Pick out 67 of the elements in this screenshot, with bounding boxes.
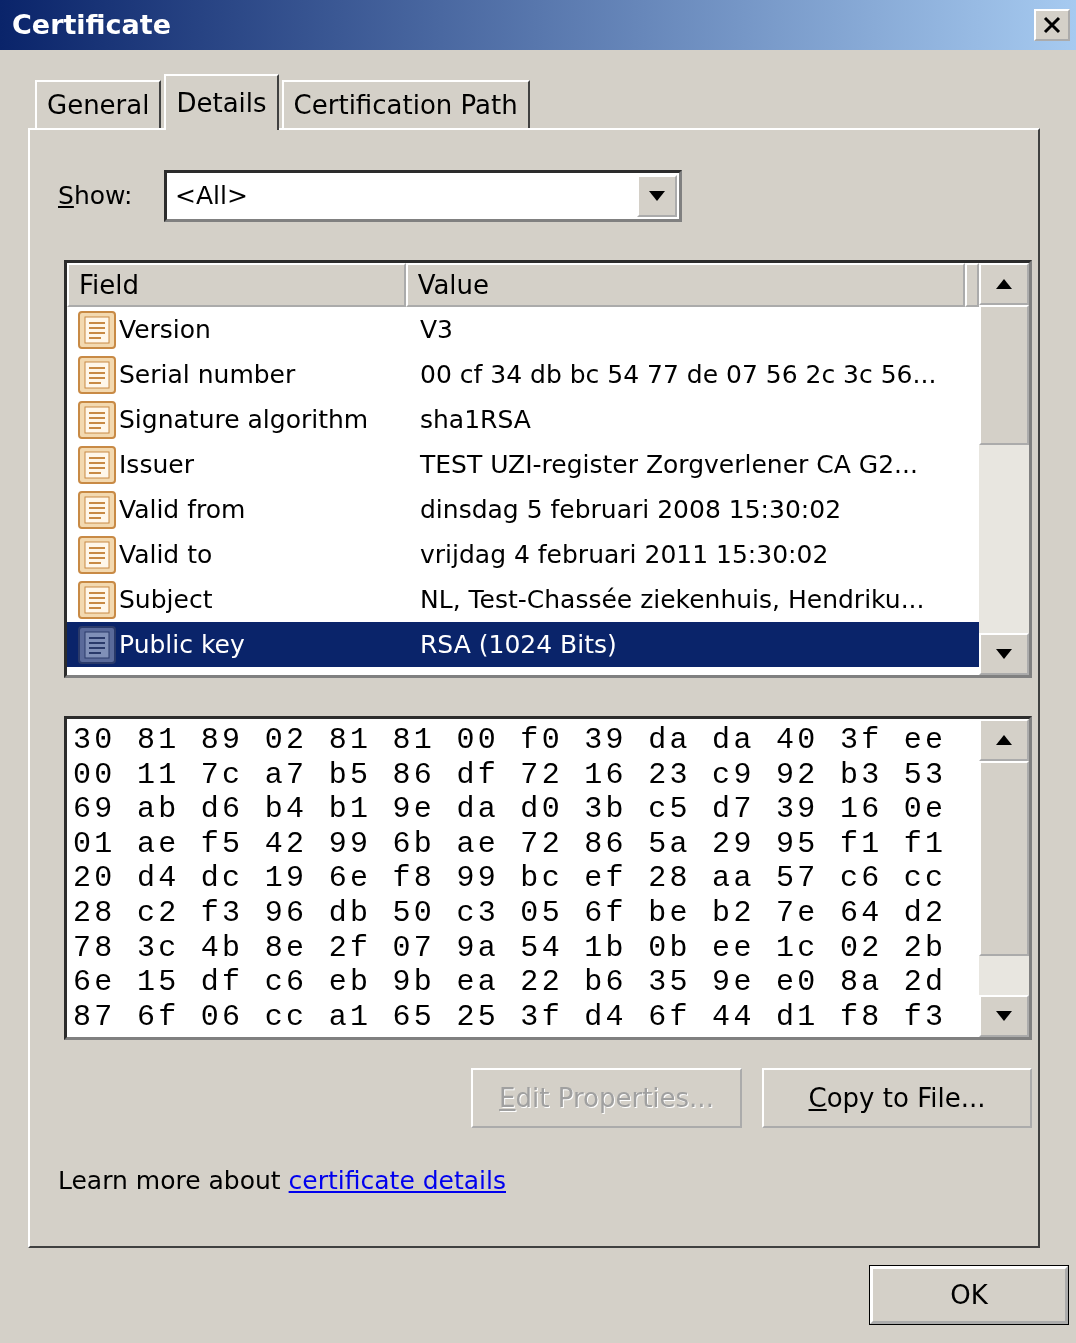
scroll-up-button[interactable] bbox=[979, 263, 1029, 305]
window-title: Certificate bbox=[12, 7, 172, 42]
scroll-down-button[interactable] bbox=[979, 633, 1029, 675]
column-header[interactable]: Field bbox=[67, 263, 406, 307]
dropdown-value: <All> bbox=[175, 180, 248, 213]
document-icon bbox=[77, 309, 117, 350]
document-icon bbox=[77, 534, 117, 575]
hex-line: 01 ae f5 42 99 6b ae 72 86 5a 29 95 f1 f1 bbox=[73, 826, 948, 862]
list-row[interactable]: Signature algorithm sha1RSA bbox=[67, 397, 979, 442]
document-icon bbox=[77, 624, 117, 665]
learn-more-text: Learn more about bbox=[58, 1166, 281, 1195]
hex-line: 87 6f 06 cc a1 65 25 3f d4 6f 44 d1 f8 f3 bbox=[73, 999, 948, 1035]
show-label: Show: bbox=[58, 180, 134, 213]
dialog-button[interactable]: Copy to File... bbox=[762, 1068, 1032, 1128]
hex-line: 30 81 89 02 81 81 00 f0 39 da da 40 3f ee bbox=[73, 723, 948, 758]
field-name: Subject bbox=[119, 583, 213, 616]
scrollbar-thumb[interactable] bbox=[979, 761, 1029, 956]
hex-line: 00 11 7c a7 b5 86 df 72 16 23 c9 92 b3 53 bbox=[73, 757, 948, 793]
up-arrow-icon[interactable] bbox=[995, 735, 1013, 745]
field-value: sha1RSA bbox=[420, 403, 531, 436]
field-value: dinsdag 5 februari 2008 15:30:02 bbox=[420, 493, 842, 526]
list-row[interactable]: Valid from dinsdag 5 februari 2008 15:30:02 bbox=[67, 487, 979, 532]
field-value: 00 cf 34 db bc 54 77 de 07 56 2c 3c 56... bbox=[420, 358, 937, 391]
document-icon bbox=[77, 354, 117, 395]
scrollbar-thumb[interactable] bbox=[979, 305, 1029, 445]
list-row[interactable]: Issuer TEST UZI-register Zorgverlener CA G2... bbox=[67, 442, 979, 487]
field-value: RSA (1024 Bits) bbox=[420, 628, 617, 661]
hex-line: 6e 15 df c6 eb 9b ea 22 b6 35 9e e0 8a 2d bbox=[73, 965, 948, 1000]
column-header[interactable]: Value bbox=[405, 263, 965, 307]
list-row[interactable]: Valid to vrijdag 4 februari 2011 15:30:02 bbox=[67, 532, 979, 577]
list-row[interactable]: Version V3 bbox=[67, 307, 979, 352]
field-name: Issuer bbox=[119, 448, 194, 481]
scroll-down-button[interactable] bbox=[979, 995, 1029, 1037]
field-name: Valid from bbox=[119, 493, 246, 526]
down-arrow-icon[interactable] bbox=[995, 649, 1013, 659]
ok-button[interactable]: OK bbox=[870, 1266, 1068, 1324]
down-arrow-icon[interactable] bbox=[995, 1011, 1013, 1021]
close-button[interactable] bbox=[1034, 9, 1070, 41]
field-value: vrijdag 4 februari 2011 15:30:02 bbox=[420, 538, 829, 571]
document-icon bbox=[77, 444, 117, 485]
dropdown-arrow-icon[interactable] bbox=[648, 191, 666, 201]
hex-line: 78 3c 4b 8e 2f 07 9a 54 1b 0b ee 1c 02 2b bbox=[73, 930, 948, 966]
field-name: Serial number bbox=[119, 358, 296, 391]
field-name: Valid to bbox=[119, 538, 213, 571]
show-dropdown[interactable]: <All> bbox=[164, 170, 682, 222]
header-filler bbox=[965, 263, 979, 307]
list-row[interactable]: Subject NL, Test-Chassée ziekenhuis, Hendriku... bbox=[67, 577, 979, 622]
close-icon bbox=[1042, 15, 1062, 35]
field-name: Public key bbox=[119, 628, 245, 661]
hex-line: 20 d4 dc 19 6e f8 99 bc ef 28 aa 57 c6 cc bbox=[73, 861, 948, 896]
field-value: NL, Test-Chassée ziekenhuis, Hendriku... bbox=[420, 583, 925, 616]
tab[interactable]: General bbox=[35, 80, 162, 128]
hex-line: 69 ab d6 b4 b1 9e da d0 3b c5 d7 39 16 0e bbox=[73, 792, 948, 827]
field-name: Signature algorithm bbox=[119, 403, 369, 436]
scroll-up-button[interactable] bbox=[979, 719, 1029, 761]
list-row[interactable]: Serial number 00 cf 34 db bc 54 77 de 07 56 2c 3c 56... bbox=[67, 352, 979, 397]
up-arrow-icon[interactable] bbox=[995, 279, 1013, 289]
tab[interactable]: Certification Path bbox=[281, 80, 530, 128]
document-icon bbox=[77, 399, 117, 440]
field-value: TEST UZI-register Zorgverlener CA G2... bbox=[420, 448, 918, 481]
document-icon bbox=[77, 489, 117, 530]
document-icon bbox=[77, 579, 117, 620]
hex-line: 28 c2 f3 96 db 50 c3 05 6f be b2 7e 64 d2 bbox=[73, 895, 948, 931]
field-name: Version bbox=[119, 313, 211, 346]
certificate-details-link[interactable]: certificate details bbox=[288, 1166, 506, 1195]
tab[interactable]: Details bbox=[164, 74, 279, 130]
field-value: V3 bbox=[420, 313, 453, 346]
